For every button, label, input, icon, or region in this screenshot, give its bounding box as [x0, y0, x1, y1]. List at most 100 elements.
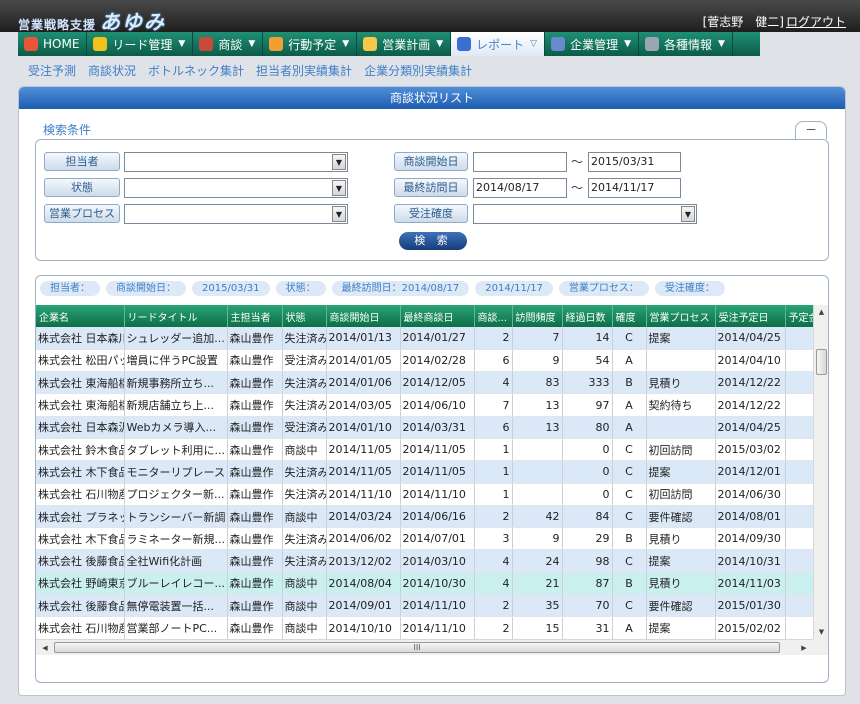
table-header-row: 企業名 リードタイトル 主担当者 状態 商談開始日 最終商談日 商談... 訪問頻度 経過日数確…	[36, 305, 813, 327]
table-row[interactable]: 株式会社 鈴木食品 タブレット利用に... 森山豊作 商談中 2014/11/05 201…	[36, 438, 813, 462]
nav-item-schedule[interactable]: 行動予定 ▼	[263, 32, 358, 56]
jotai-select[interactable]: ▼	[124, 178, 348, 198]
table-cell: 株式会社 日本森沢...	[36, 416, 125, 439]
table-row[interactable]: 株式会社 石川物産 営業部ノートPC... 森山豊作 商談中 2014/10/10 201…	[36, 616, 813, 639]
column-header[interactable]: 企業名	[36, 305, 125, 327]
table-cell: 2014/12/01	[715, 460, 786, 484]
table-cell: 98	[562, 549, 613, 573]
horizontal-scrollbar[interactable]: ◀ III ▶	[36, 639, 813, 655]
subnav-link[interactable]: 商談状況	[88, 62, 136, 79]
table-cell: 7	[474, 393, 513, 417]
subnav-link[interactable]: ボトルネック集計	[148, 62, 244, 79]
table-cell: 2014/06/02	[326, 527, 401, 551]
scroll-up-icon[interactable]: ▲	[814, 305, 828, 319]
table-cell: タブレット利用に...	[124, 438, 228, 462]
subnav-link[interactable]: 受注予測	[28, 62, 76, 79]
table-body: 株式会社 日本森川...シュレッダー追加...森山豊作失注済み2014/01/1…	[36, 327, 813, 639]
table-cell: 9	[512, 349, 563, 373]
label-tanto: 担当者	[44, 152, 120, 171]
table-cell: 83	[512, 371, 563, 395]
subnav-link[interactable]: 企業分類別実績集計	[364, 62, 472, 79]
table-cell: 333	[562, 371, 613, 395]
table-cell	[646, 416, 716, 439]
table-cell: 15	[512, 616, 563, 639]
table-cell: 2014/12/22	[715, 371, 786, 395]
process-select[interactable]: ▼	[124, 204, 348, 224]
vertical-scroll-thumb[interactable]	[816, 349, 827, 375]
schedule-icon	[269, 37, 284, 51]
table-cell: 森山豊作	[227, 594, 283, 618]
vertical-scrollbar[interactable]: ▲ ▼	[813, 305, 828, 639]
table-row[interactable]: 株式会社 野崎東京...ブルーレイレコー...森山豊作商談中2014/08/04…	[36, 572, 813, 596]
table-cell: 1	[474, 460, 513, 484]
table-cell: 2014/04/10	[715, 349, 786, 373]
column-header[interactable]: リードタイトル	[124, 305, 228, 327]
label-process: 営業プロセス	[44, 204, 120, 223]
table-cell: 2014/06/16	[400, 505, 475, 529]
kakudo-select[interactable]: ▼	[473, 204, 697, 224]
column-header[interactable]: 確度	[612, 305, 647, 327]
table-cell: 4	[474, 549, 513, 573]
table-cell	[785, 572, 813, 596]
table-cell: 2014/01/13	[326, 327, 401, 350]
main-nav: HOME リード管理 ▼ 商談 ▼ 行動予定 ▼ 営業計画 ▼ レポート ▽ 企業管理 ▼ 各種情報 ▼	[18, 32, 760, 56]
table-row[interactable]: 株式会社 木下食品 ラミネーター新規... 森山豊作 失注済み 2014/06/02 20…	[36, 527, 813, 551]
tanto-select[interactable]: ▼	[124, 152, 348, 172]
subnav-link[interactable]: 担当者別実績集計	[256, 62, 352, 79]
table-cell: 見積り	[646, 527, 716, 551]
nav-item-label: 行動予定	[288, 37, 337, 52]
table-row[interactable]: 株式会社 日本森川...シュレッダー追加...森山豊作失注済み2014/01/1…	[36, 327, 813, 350]
chevron-down-icon: ▼	[624, 39, 632, 49]
table-row[interactable]: 株式会社 後藤食品...全社Wifi化計画森山豊作失注済み2013/12/022…	[36, 549, 813, 573]
plan-icon	[363, 37, 378, 51]
table-row[interactable]: 株式会社 東海船橋...新規店舗立ち上...森山豊作失注済み2014/03/05…	[36, 393, 813, 417]
nav-item-home[interactable]: HOME	[18, 32, 88, 56]
column-header[interactable]: 商談開始日	[326, 305, 401, 327]
table-row[interactable]: 株式会社 石川物産 プロジェクター新... 森山豊作 失注済み 2014/11/10 20…	[36, 483, 813, 506]
table-row[interactable]: 株式会社 プラネット...トランシーバー新調森山豊作商談中2014/03/242…	[36, 505, 813, 529]
table-cell: 87	[562, 572, 613, 596]
nav-item-negotiation[interactable]: 商談 ▼	[193, 32, 264, 56]
start-date-from[interactable]	[473, 152, 567, 172]
table-row[interactable]: 株式会社 後藤食品...無停電装置一括...森山豊作商談中2014/09/012…	[36, 594, 813, 618]
collapse-button[interactable]: －	[795, 121, 827, 139]
column-header[interactable]: 予定金額	[785, 305, 813, 327]
nav-item-plan[interactable]: 営業計画 ▼	[357, 32, 452, 56]
last-visit-to[interactable]: 2014/11/17	[588, 178, 681, 198]
column-header[interactable]: 営業プロセス	[646, 305, 716, 327]
search-button[interactable]: 検 索	[399, 232, 467, 250]
table-row[interactable]: 株式会社 日本森沢...Webカメラ導入...森山豊作受注済み2014/01/1…	[36, 416, 813, 439]
table-cell: 2014/12/22	[715, 393, 786, 417]
filter-chip: 営業プロセス：	[558, 281, 649, 296]
table-cell: 提案	[646, 327, 716, 350]
nav-item-company[interactable]: 企業管理 ▼	[545, 32, 640, 56]
table-cell: C	[612, 505, 647, 529]
start-date-to[interactable]: 2015/03/31	[588, 152, 681, 172]
table-cell: 2014/10/10	[326, 616, 401, 639]
nav-item-info[interactable]: 各種情報 ▼	[639, 32, 733, 56]
scroll-down-icon[interactable]: ▼	[814, 625, 828, 639]
column-header[interactable]: 経過日数	[562, 305, 613, 327]
logout-link[interactable]: ログアウト	[786, 15, 846, 29]
column-header[interactable]: 状態	[282, 305, 327, 327]
column-header[interactable]: 主担当者	[227, 305, 283, 327]
nav-item-report[interactable]: レポート ▽	[451, 32, 546, 56]
table-cell: A	[612, 616, 647, 639]
scroll-right-icon[interactable]: ▶	[797, 640, 811, 656]
table-row[interactable]: 株式会社 松田パック増員に伴うPC設置森山豊作受注済み2014/01/05201…	[36, 349, 813, 373]
column-header[interactable]: 訪問頻度	[512, 305, 563, 327]
nav-item-lead[interactable]: リード管理 ▼	[87, 32, 194, 56]
table-cell: トランシーバー新調	[124, 505, 228, 529]
column-header[interactable]: 最終商談日	[400, 305, 475, 327]
column-header[interactable]: 受注予定日	[715, 305, 786, 327]
table-cell: 要件確認	[646, 594, 716, 618]
table-cell: 商談中	[282, 505, 327, 529]
table-row[interactable]: 株式会社 東海船橋...新規事務所立ち...森山豊作失注済み2014/01/06…	[36, 371, 813, 395]
column-header[interactable]: 商談...	[474, 305, 513, 327]
table-row[interactable]: 株式会社 木下食品 モニターリプレース 森山豊作 失注済み 2014/11/05 2014…	[36, 460, 813, 484]
table-cell	[512, 438, 563, 462]
scroll-left-icon[interactable]: ◀	[38, 640, 52, 656]
last-visit-from[interactable]: 2014/08/17	[473, 178, 567, 198]
table-cell: 2014/03/24	[326, 505, 401, 529]
horizontal-scroll-thumb[interactable]: III	[54, 642, 780, 653]
